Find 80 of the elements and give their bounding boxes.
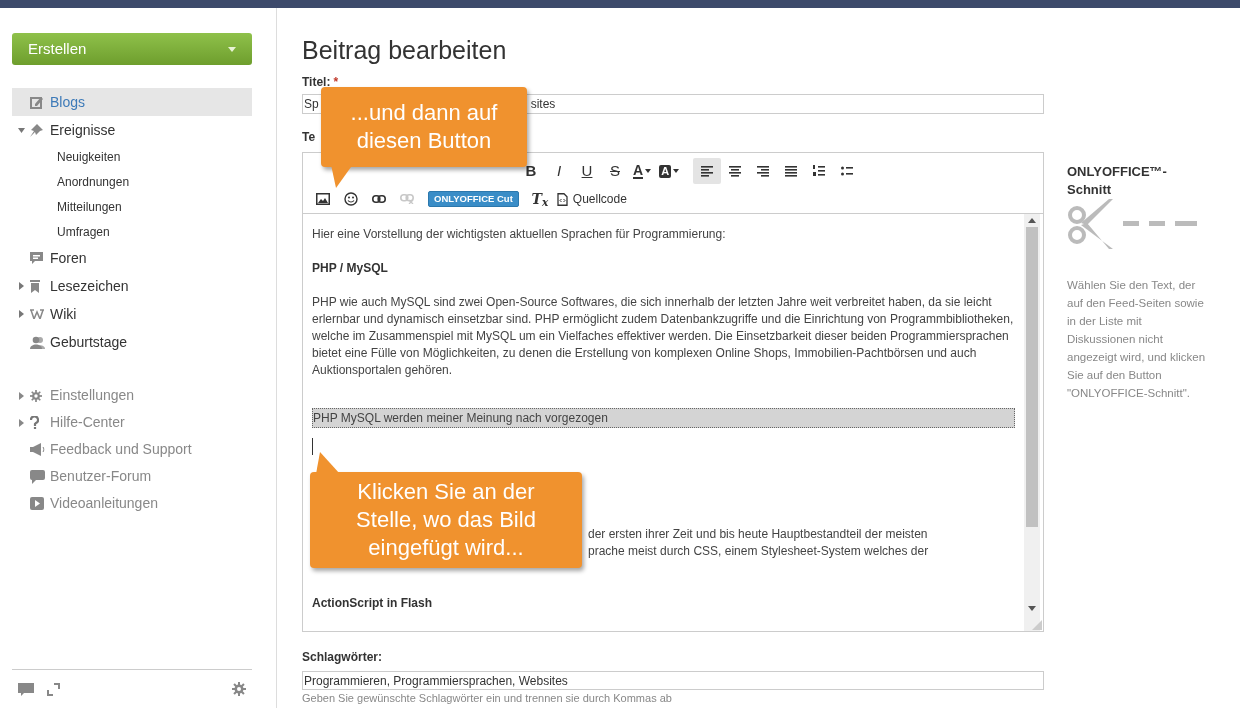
- sidebar-subitem[interactable]: Neuigkeiten: [57, 147, 121, 166]
- paragraph: PHP wie auch MySQL sind zwei Open-Source Softwares, die sich innerhalb der letzten Jahre weit verbreitet haben, da sie leicht erlernbar und dynamisch einsetzbar sind. PHP ermöglicht zudem Datenbankzugriffe und die Einrichtung von Programmbibliotheken, welche im Zusammenspiel mit MySQL um ein Vielfaches effektiver werden. Die Einsetzbarkeit dieser beiden Programmiersprachen bietet eine Fülle von Möglichkeiten, zu denen die Erstellung von komplexen Online Shops, Immobilien-Pachtbörsen und auch Auktionsportalen gehören.: [312, 294, 1015, 379]
- sidebar-item[interactable]: Foren: [50, 247, 87, 269]
- page-title: Beitrag bearbeiten: [302, 35, 507, 65]
- fullscreen-icon[interactable]: [47, 682, 60, 696]
- settings-icon: [30, 389, 42, 402]
- sidebar-subitem[interactable]: Anordnungen: [57, 172, 130, 191]
- sidebar-subitem[interactable]: Mitteilungen: [57, 197, 122, 216]
- panel-description: Wählen Sie den Text, der auf den Feed-Seiten sowie in der Liste mit Diskussionen nicht angezeigt wird, und klicken Sie auf den Button "ONLYOFFICE-Schnitt".: [1067, 278, 1207, 401]
- justify-icon: [785, 165, 798, 177]
- numbered-list-icon: [813, 165, 826, 177]
- text-line: prache meist durch CSS, einem Stylesheet-System welches der: [588, 543, 930, 560]
- code-file-icon: [556, 192, 568, 206]
- sidebar-item[interactable]: Geburtstage: [50, 331, 128, 353]
- settings-icon[interactable]: [232, 682, 246, 696]
- sidebar-link[interactable]: Videoanleitungen: [50, 493, 158, 514]
- field-label: Te: [302, 130, 316, 144]
- onlyoffice-cut-button[interactable]: ONLYOFFICE Cut: [428, 191, 519, 207]
- edit-icon: [30, 95, 43, 109]
- expand-arrow-icon[interactable]: [18, 391, 24, 400]
- align-center-icon: [729, 165, 742, 177]
- scroll-down-arrow-icon[interactable]: [1028, 606, 1036, 611]
- bookmark-icon: [30, 279, 40, 293]
- expand-arrow-icon[interactable]: [18, 282, 24, 290]
- text-cursor: [312, 438, 313, 455]
- sidebar-item[interactable]: Wiki: [50, 303, 77, 325]
- scrollbar[interactable]: [1024, 214, 1040, 631]
- caret-icon: [673, 169, 680, 173]
- pin-icon: [30, 123, 43, 137]
- sidebar-subitem[interactable]: Umfragen: [57, 222, 110, 241]
- bullet-list-icon: [841, 165, 854, 177]
- wiki-icon: [30, 309, 44, 319]
- panel-title: ONLYOFFICE™-Schnitt: [1067, 163, 1168, 199]
- expand-arrow-icon[interactable]: [18, 418, 24, 427]
- sidebar-item-selected[interactable]: Blogs: [12, 88, 252, 116]
- sidebar-link[interactable]: Einstellungen: [50, 385, 135, 406]
- align-right-icon: [757, 165, 770, 177]
- clear-format-button[interactable]: T$_{x}$: [528, 187, 551, 211]
- heading: ActionScript in Flash: [312, 595, 433, 612]
- tags-field[interactable]: Programmieren, Programmiersprachen, Websites: [302, 671, 1044, 690]
- underline-button[interactable]: U: [573, 158, 601, 184]
- megaphone-icon: [30, 443, 46, 456]
- source-code-button[interactable]: Quellcode: [556, 187, 627, 211]
- chat-icon[interactable]: [18, 682, 34, 696]
- people-icon: [30, 335, 46, 349]
- strikethrough-button[interactable]: S: [601, 158, 629, 184]
- field-hint: Geben Sie gewünschte Schlagwörter ein und trennen sie durch Kommas ab: [302, 692, 672, 704]
- callout: Klicken Sie an der Stelle, wo das Bild eingefügt wird...: [310, 472, 582, 568]
- expand-arrow-icon[interactable]: [18, 310, 24, 318]
- sidebar-item[interactable]: Lesezeichen: [50, 275, 129, 297]
- italic-button[interactable]: I: [545, 158, 573, 184]
- smiley-icon: [344, 192, 358, 206]
- speech-bubble-icon: [30, 252, 43, 264]
- resize-handle-icon[interactable]: [1032, 620, 1042, 630]
- unlink-icon: [400, 194, 414, 204]
- caret-icon: [228, 46, 236, 52]
- align-left-icon: [701, 165, 714, 177]
- question-icon: [30, 416, 39, 429]
- sidebar-link[interactable]: Hilfe-Center: [50, 412, 125, 433]
- text-line: der ersten ihrer Zeit und bis heute Hauptbestandteil der meisten: [588, 526, 929, 543]
- speech-bubble-icon: [30, 469, 45, 484]
- caret-icon: [645, 169, 652, 173]
- paragraph: Hier eine Vorstellung der wichtigsten aktuellen Sprachen für Programmierung:: [312, 226, 727, 243]
- sidebar-link[interactable]: Feedback und Support: [50, 439, 192, 460]
- video-icon: [30, 497, 44, 510]
- highlighted-text: PHP MySQL werden meiner Meinung nach vorgezogen: [312, 408, 1015, 428]
- scissors-icon: [1067, 199, 1199, 249]
- heading: PHP / MySQL: [312, 260, 389, 277]
- image-icon: [316, 193, 330, 205]
- scroll-up-arrow-icon[interactable]: [1028, 218, 1036, 223]
- field-label: Schlagwörter:: [302, 650, 382, 664]
- background-color-button[interactable]: A: [655, 158, 684, 184]
- collapse-arrow-icon[interactable]: [17, 127, 25, 133]
- sidebar-link[interactable]: Benutzer-Forum: [50, 466, 152, 487]
- text-color-button[interactable]: A: [629, 158, 656, 184]
- sidebar-item[interactable]: Ereignisse: [50, 119, 116, 141]
- sidebar-item-label: Blogs: [50, 92, 86, 112]
- align-left-button[interactable]: [693, 158, 722, 184]
- link-icon: [372, 195, 386, 203]
- callout: ...und dann auf diesen Button: [321, 87, 527, 167]
